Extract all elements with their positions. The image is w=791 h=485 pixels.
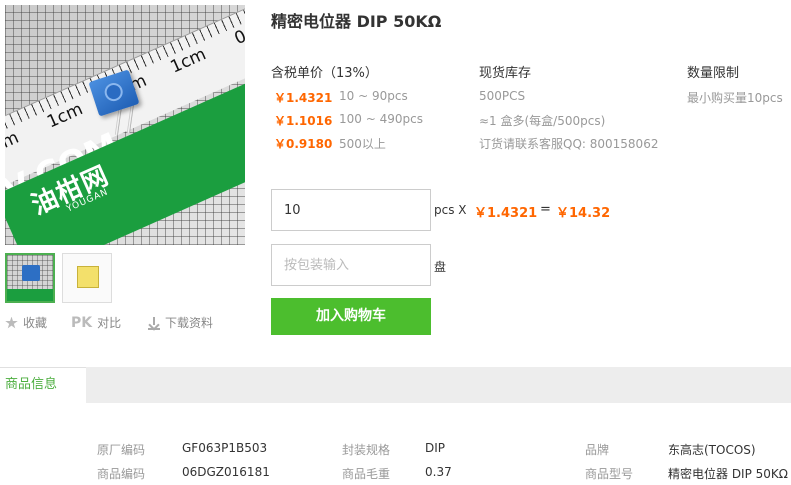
download-link[interactable]: 下载资料 (148, 315, 213, 331)
product-main-image: 0cm 1cm 0cm 1cm 0cm V.COM 油柑网 YOUGAN (5, 5, 245, 245)
download-label: 下载资料 (165, 316, 214, 330)
unit-price: ￥1.4321 (474, 206, 538, 221)
thumbnail-2[interactable] (62, 253, 112, 303)
info-value: 06DGZ016181 (182, 465, 270, 479)
info-label: 原厂编码 (97, 443, 146, 457)
info-value: 0.37 (425, 465, 452, 479)
price-header: 含税单价（13%） (271, 66, 378, 81)
product-title: 精密电位器 DIP 50KΩ (271, 12, 442, 31)
quantity-input[interactable] (271, 189, 431, 231)
info-label: 商品编码 (97, 467, 146, 481)
info-label: 封装规格 (342, 443, 391, 457)
unit-label: pcs X (434, 203, 467, 217)
star-icon (5, 316, 18, 329)
compare-link[interactable]: PK 对比 (71, 315, 121, 331)
thumbnail-1[interactable] (5, 253, 55, 303)
info-label: 商品型号 (585, 467, 634, 481)
stock-header: 现货库存 (479, 66, 532, 81)
price-range-2: 100 ~ 490pcs (339, 112, 423, 126)
price-tier-2: ￥1.1016 (274, 114, 333, 128)
tab-product-info[interactable]: 商品信息 (0, 367, 86, 403)
limit-text: 最小购买量10pcs (687, 91, 783, 105)
total-price: ￥14.32 (556, 206, 611, 221)
favorite-link[interactable]: 收藏 (5, 315, 47, 331)
price-tier-3: ￥0.9180 (274, 137, 333, 151)
info-value: 精密电位器 DIP 50KΩ (668, 467, 788, 481)
pack-input[interactable] (271, 244, 431, 286)
info-value: DIP (425, 441, 446, 455)
ruler-label: 0cm (5, 127, 22, 161)
limit-header: 数量限制 (687, 66, 740, 81)
price-range-3: 500以上 (339, 137, 386, 151)
price-tier-1: ￥1.4321 (274, 91, 333, 105)
info-label: 品牌 (585, 443, 610, 457)
pk-icon: PK (71, 315, 93, 331)
tab-bar (0, 367, 791, 403)
stock-contact: 订货请联系客服QQ: 800158062 (479, 137, 659, 151)
equals-sign: = (540, 202, 551, 217)
add-to-cart-button[interactable]: 加入购物车 (271, 298, 431, 335)
download-icon (148, 316, 160, 330)
info-value: GF063P1B503 (182, 441, 268, 455)
info-label: 商品毛重 (342, 467, 391, 481)
stock-quantity: 500PCS (479, 89, 526, 103)
compare-label: 对比 (97, 316, 122, 330)
pack-unit: 盘 (434, 260, 447, 274)
stock-packs: ≈1 盒多(每盒/500pcs) (479, 114, 606, 128)
favorite-label: 收藏 (23, 316, 48, 330)
price-range-1: 10 ~ 90pcs (339, 89, 408, 103)
info-value: 东高志(TOCOS) (668, 443, 756, 457)
